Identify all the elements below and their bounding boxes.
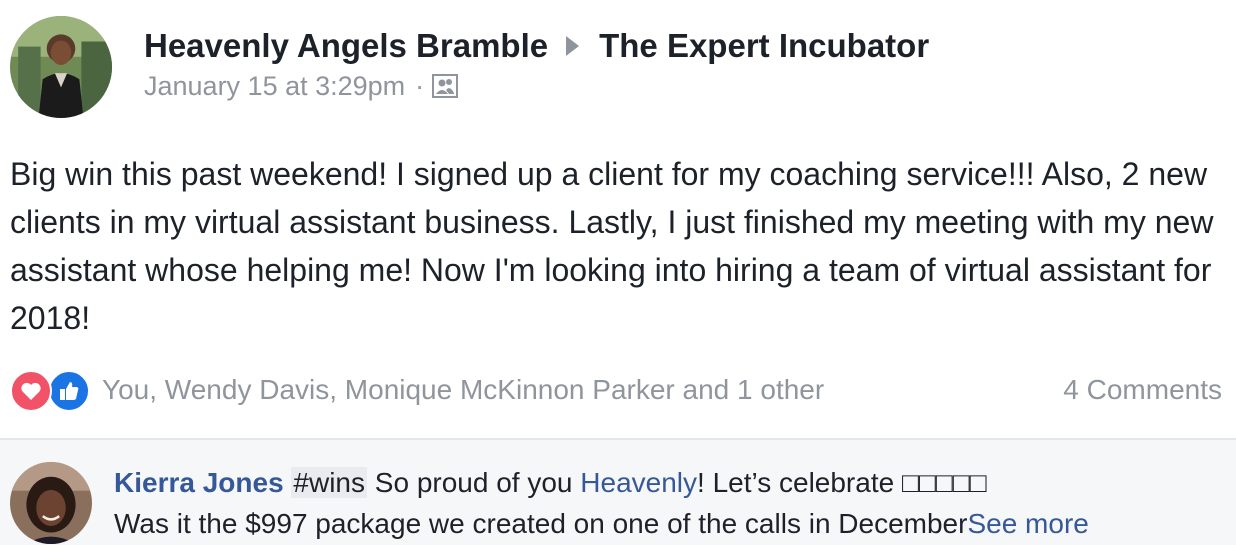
comment-line-2: Was it the $997 package we created on on… bbox=[114, 503, 1224, 544]
commenter-avatar[interactable] bbox=[10, 462, 92, 544]
comment-body: Kierra Jones #wins So proud of you Heave… bbox=[114, 462, 1224, 544]
comment-line-1: Kierra Jones #wins So proud of you Heave… bbox=[114, 462, 1224, 503]
comment-text-part-1: So proud of you bbox=[367, 467, 581, 498]
commenter-avatar-photo bbox=[10, 462, 92, 544]
members-icon[interactable] bbox=[432, 74, 459, 98]
post-title-line: Heavenly Angels Bramble The Expert Incub… bbox=[144, 26, 929, 66]
post-timestamp[interactable]: January 15 at 3:29pm bbox=[144, 71, 405, 102]
author-avatar-photo bbox=[10, 16, 112, 118]
comment-text-part-2: ! Let’s celebrate □□□□□ bbox=[697, 467, 987, 498]
post-body-text: Big win this past weekend! I signed up a… bbox=[10, 156, 1214, 336]
author-name-link[interactable]: Heavenly Angels Bramble bbox=[144, 27, 548, 65]
comments-count-link[interactable]: 4 Comments bbox=[1063, 370, 1222, 410]
reactions-bar: You, Wendy Davis, Monique McKinnon Parke… bbox=[0, 364, 1236, 414]
comment-text-line-2: Was it the $997 package we created on on… bbox=[114, 508, 968, 539]
hashtag-link[interactable]: #wins bbox=[291, 467, 368, 498]
mention-link[interactable]: Heavenly bbox=[580, 467, 697, 498]
author-avatar[interactable] bbox=[10, 16, 112, 118]
reaction-icons[interactable] bbox=[10, 370, 92, 412]
group-name-link[interactable]: The Expert Incubator bbox=[599, 27, 929, 65]
comment-author-link[interactable]: Kierra Jones bbox=[114, 467, 284, 498]
love-icon[interactable] bbox=[10, 370, 52, 412]
see-more-link[interactable]: See more bbox=[967, 508, 1088, 539]
meta-separator: · bbox=[415, 70, 425, 101]
reactors-summary-link[interactable]: You, Wendy Davis, Monique McKinnon Parke… bbox=[102, 370, 824, 410]
post-header: Heavenly Angels Bramble The Expert Incub… bbox=[0, 0, 1236, 130]
comments-section: Kierra Jones #wins So proud of you Heave… bbox=[0, 440, 1236, 545]
post-meta: January 15 at 3:29pm · bbox=[144, 70, 459, 102]
like-icon[interactable] bbox=[48, 370, 90, 412]
triangle-right-icon bbox=[566, 36, 580, 56]
